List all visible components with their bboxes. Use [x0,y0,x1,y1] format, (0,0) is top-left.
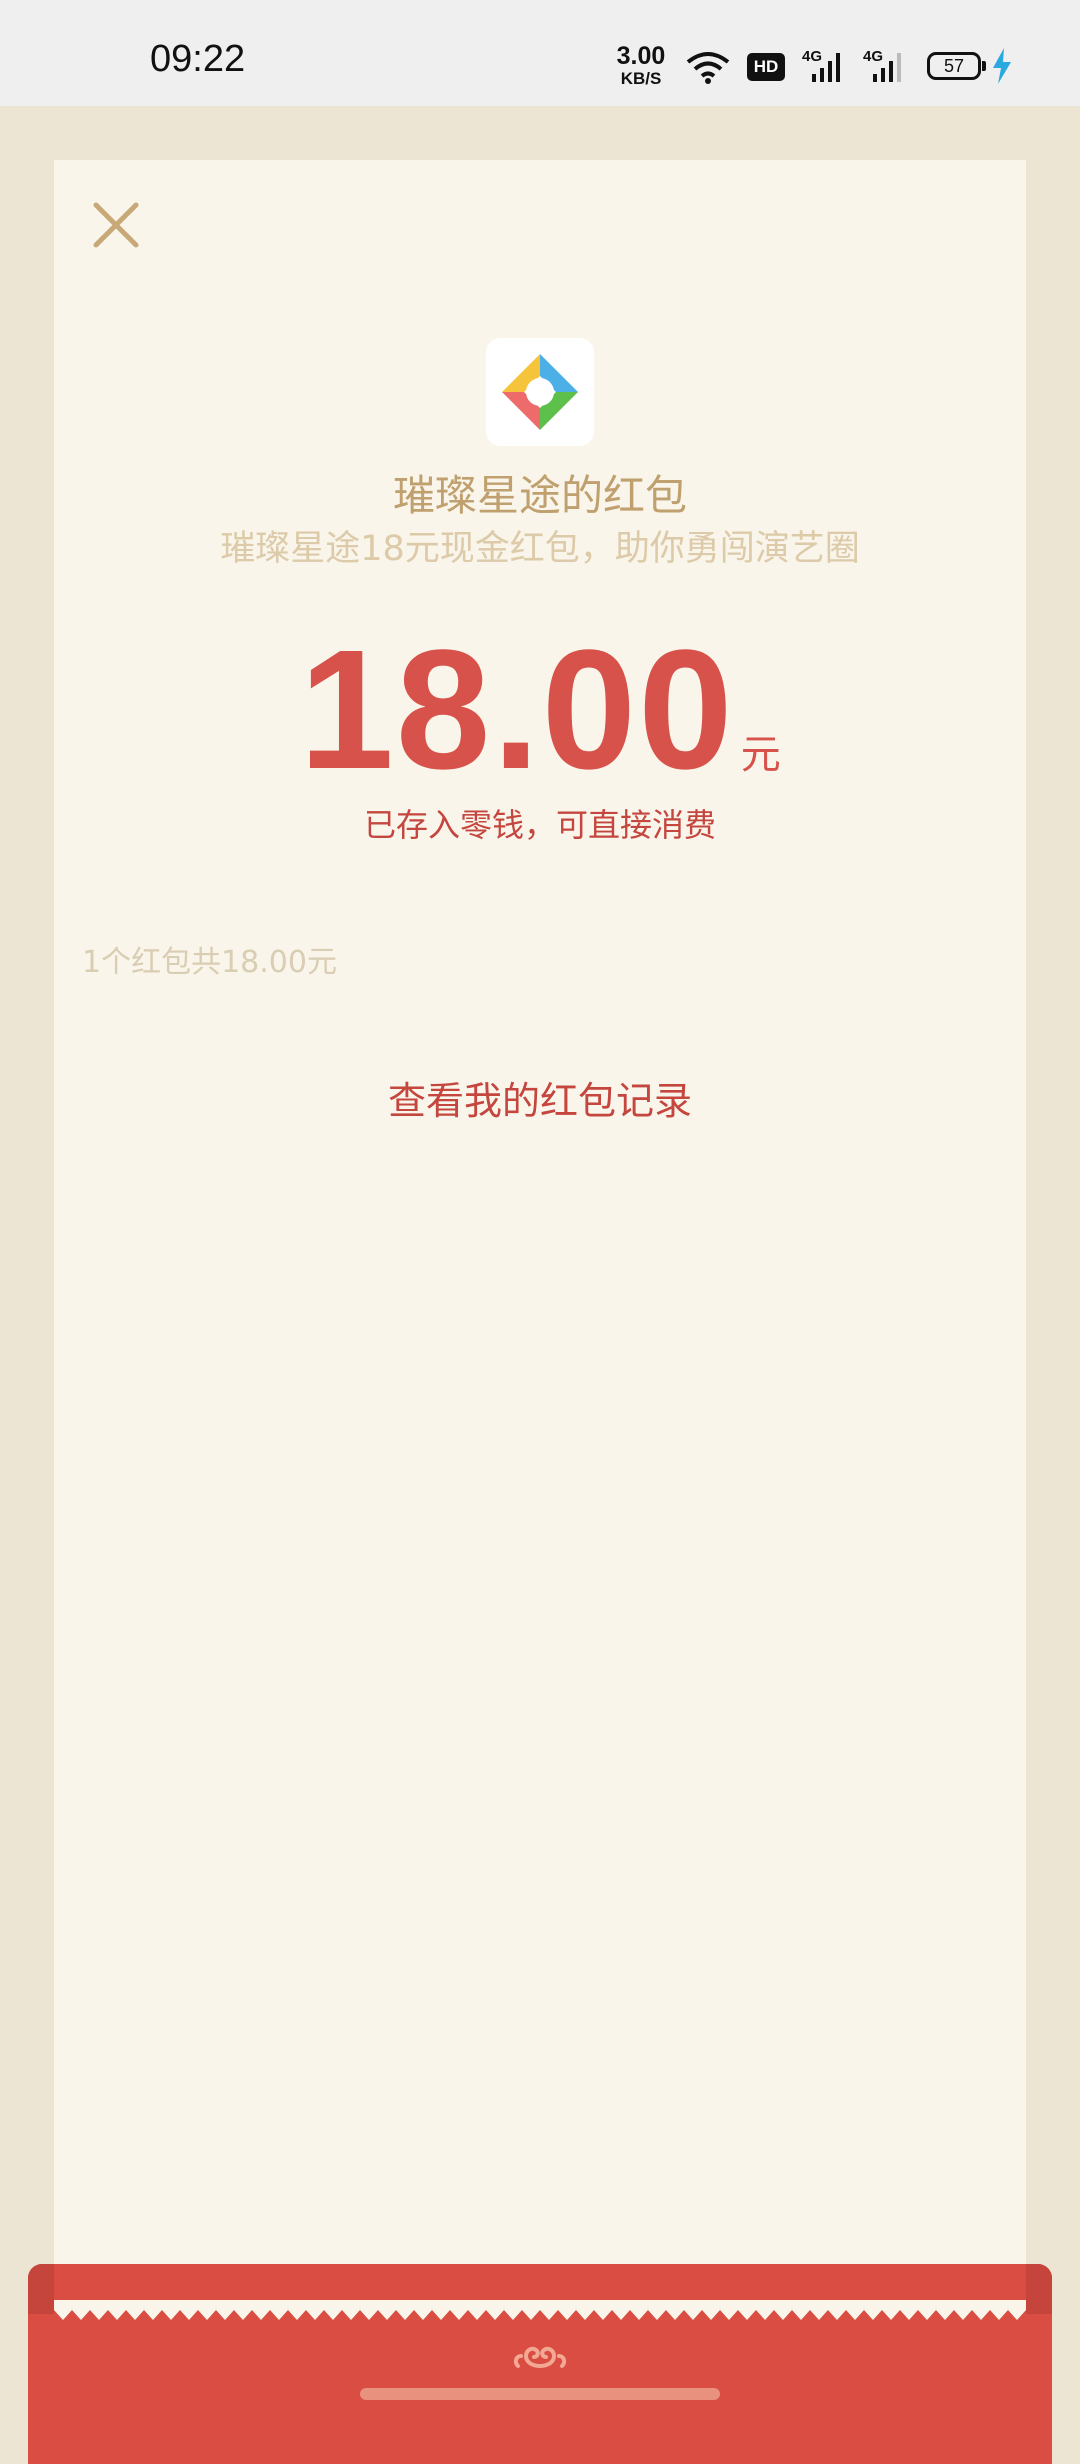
status-bar: 09:22 3.00 KB/S HD 4G 4G 57 [0,0,1080,106]
network-speed-value: 3.00 [616,42,666,70]
cellular-signal-1: 4G [802,48,850,84]
view-records-link[interactable]: 查看我的红包记录 [0,1070,1080,1125]
zigzag-edge [54,2300,1026,2320]
wifi-icon [686,52,730,84]
battery-tip [982,61,986,71]
sender-name: 璀璨星途的红包 [392,471,687,520]
network-speed: 3.00 KB/S [612,42,670,88]
envelope-edge-left [28,2264,54,2314]
auspicious-cloud-icon [513,2346,567,2368]
close-icon[interactable] [86,195,146,255]
amount-display: 18.00 元 [0,620,1080,800]
charging-icon [993,48,1011,84]
status-time: 09:22 [150,38,246,80]
cellular-signal-2: 4G [863,48,913,84]
battery-indicator: 57 [927,52,981,80]
amount-value: 18.00 [299,615,735,805]
hd-voice-icon: HD [747,53,785,81]
signal-bars-icon [812,53,840,82]
home-indicator[interactable] [360,2388,720,2400]
packet-message: 璀璨星途18元现金红包，助你勇闯演艺圈 [220,529,860,569]
envelope-edge-right [1026,2264,1052,2314]
signal-bars-icon [873,53,901,82]
packet-summary: 1个红包共18.00元 [82,945,337,980]
amount-unit: 元 [740,732,781,778]
saved-to-balance-note: 已存入零钱，可直接消费 [363,806,716,844]
app-logo-icon [486,338,594,446]
network-speed-unit: KB/S [620,69,662,88]
